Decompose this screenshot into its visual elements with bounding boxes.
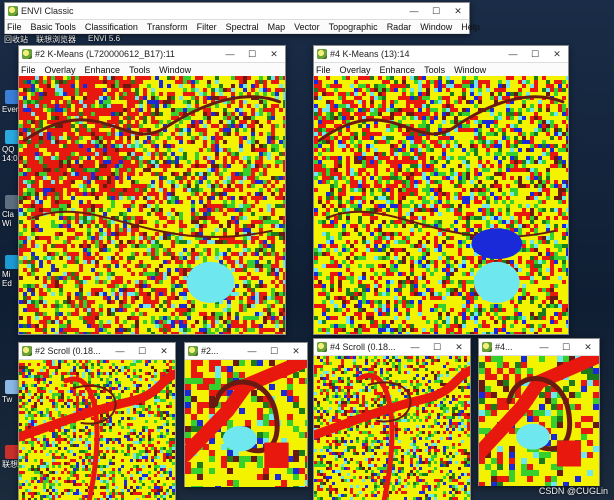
window-title: #2 K-Means (L720000612_B17):11 bbox=[35, 49, 175, 59]
window-title: ENVI Classic bbox=[21, 6, 74, 16]
minimize-icon[interactable]: — bbox=[403, 3, 425, 19]
minimize-icon[interactable]: — bbox=[502, 46, 524, 62]
menu-enhance[interactable]: Enhance bbox=[85, 65, 121, 75]
envi-classic-titlebar[interactable]: ENVI Classic — ☐ ✕ bbox=[5, 3, 469, 20]
close-icon[interactable]: ✕ bbox=[448, 339, 470, 355]
close-icon[interactable]: ✕ bbox=[577, 339, 599, 355]
close-icon[interactable]: ✕ bbox=[153, 343, 175, 359]
envi-app-icon bbox=[188, 346, 198, 356]
menu-overlay[interactable]: Overlay bbox=[340, 65, 371, 75]
envi-app-icon bbox=[8, 6, 18, 16]
edge-icon bbox=[5, 255, 19, 269]
desktop-icon-label: Ever bbox=[2, 105, 19, 114]
envi-app-icon bbox=[482, 342, 492, 352]
maximize-icon[interactable]: ☐ bbox=[241, 46, 263, 62]
envi-main-menubar: File Basic Tools Classification Transfor… bbox=[5, 20, 480, 34]
menu-tools[interactable]: Tools bbox=[129, 65, 150, 75]
envi-app-icon bbox=[317, 342, 327, 352]
app-icon bbox=[5, 445, 19, 459]
maximize-icon[interactable]: ☐ bbox=[555, 339, 577, 355]
scroll-window-4-titlebar[interactable]: #4 Scroll (0.18... — ☐ ✕ bbox=[314, 339, 470, 356]
minimize-icon[interactable]: — bbox=[533, 339, 555, 355]
menu-file[interactable]: File bbox=[7, 22, 22, 32]
desktop-top-label-browser: 联想浏览器 bbox=[36, 35, 76, 44]
scroll-image-2[interactable] bbox=[19, 360, 175, 500]
app-icon bbox=[5, 90, 19, 104]
classification-image-4[interactable] bbox=[314, 76, 568, 334]
qq-icon bbox=[5, 130, 19, 144]
scroll-window-2-titlebar[interactable]: #2 Scroll (0.18... — ☐ ✕ bbox=[19, 343, 175, 360]
close-icon[interactable]: ✕ bbox=[447, 3, 469, 19]
image-window-4: #4 K-Means (13):14 — ☐ ✕ File Overlay En… bbox=[313, 45, 569, 335]
maximize-icon[interactable]: ☐ bbox=[524, 46, 546, 62]
zoom-window-2: #2... — ☐ ✕ bbox=[184, 342, 308, 487]
close-icon[interactable]: ✕ bbox=[285, 343, 307, 359]
maximize-icon[interactable]: ☐ bbox=[131, 343, 153, 359]
desktop-icon-label: 联想 bbox=[2, 460, 18, 469]
menu-overlay[interactable]: Overlay bbox=[45, 65, 76, 75]
app-icon bbox=[5, 380, 19, 394]
envi-classic-window: ENVI Classic — ☐ ✕ File Basic Tools Clas… bbox=[4, 2, 480, 34]
menu-topographic[interactable]: Topographic bbox=[329, 22, 378, 32]
window-title: #4 K-Means (13):14 bbox=[330, 49, 410, 59]
scroll-window-4: #4 Scroll (0.18... — ☐ ✕ bbox=[313, 338, 471, 500]
minimize-icon[interactable]: — bbox=[404, 339, 426, 355]
desktop-top-label-recycle: 回收站 bbox=[4, 35, 28, 44]
app-icon bbox=[5, 195, 19, 209]
menu-vector[interactable]: Vector bbox=[294, 22, 320, 32]
close-icon[interactable]: ✕ bbox=[263, 46, 285, 62]
zoom-image-4[interactable] bbox=[479, 356, 599, 486]
scroll-window-2: #2 Scroll (0.18... — ☐ ✕ bbox=[18, 342, 176, 500]
minimize-icon[interactable]: — bbox=[109, 343, 131, 359]
zoom-window-4-titlebar[interactable]: #4... — ☐ ✕ bbox=[479, 339, 599, 356]
menu-window[interactable]: Window bbox=[159, 65, 191, 75]
window-title: #2... bbox=[201, 346, 219, 356]
window-title: #2 Scroll (0.18... bbox=[35, 346, 101, 356]
zoom-window-4: #4... — ☐ ✕ bbox=[478, 338, 600, 486]
menu-basic-tools[interactable]: Basic Tools bbox=[31, 22, 76, 32]
envi-app-icon bbox=[317, 49, 327, 59]
menu-window[interactable]: Window bbox=[454, 65, 486, 75]
scroll-image-4[interactable] bbox=[314, 356, 470, 500]
menu-enhance[interactable]: Enhance bbox=[380, 65, 416, 75]
envi-app-icon bbox=[22, 49, 32, 59]
menu-classification[interactable]: Classification bbox=[85, 22, 138, 32]
menu-transform[interactable]: Transform bbox=[147, 22, 188, 32]
image-window-4-titlebar[interactable]: #4 K-Means (13):14 — ☐ ✕ bbox=[314, 46, 568, 63]
image-window-2: #2 K-Means (L720000612_B17):11 — ☐ ✕ Fil… bbox=[18, 45, 286, 335]
zoom-image-2[interactable] bbox=[185, 360, 307, 487]
maximize-icon[interactable]: ☐ bbox=[263, 343, 285, 359]
classification-image-2[interactable] bbox=[19, 76, 285, 334]
minimize-icon[interactable]: — bbox=[219, 46, 241, 62]
desktop-icon-label: Cla Wi bbox=[2, 210, 15, 228]
image-window-4-menubar: File Overlay Enhance Tools Window bbox=[314, 63, 568, 77]
watermark: CSDN @CUGLin bbox=[538, 486, 608, 496]
minimize-icon[interactable]: — bbox=[241, 343, 263, 359]
menu-window[interactable]: Window bbox=[420, 22, 452, 32]
desktop-top-label-envi: ENVI 5.6 bbox=[88, 34, 121, 43]
zoom-window-2-titlebar[interactable]: #2... — ☐ ✕ bbox=[185, 343, 307, 360]
maximize-icon[interactable]: ☐ bbox=[426, 339, 448, 355]
desktop-icon-label: Tw bbox=[2, 395, 13, 404]
maximize-icon[interactable]: ☐ bbox=[425, 3, 447, 19]
menu-help[interactable]: Help bbox=[461, 22, 480, 32]
menu-spectral[interactable]: Spectral bbox=[226, 22, 259, 32]
envi-app-icon bbox=[22, 346, 32, 356]
close-icon[interactable]: ✕ bbox=[546, 46, 568, 62]
desktop-icon-label: Mi Ed bbox=[2, 270, 12, 288]
image-window-2-menubar: File Overlay Enhance Tools Window bbox=[19, 63, 285, 77]
menu-radar[interactable]: Radar bbox=[387, 22, 412, 32]
menu-file[interactable]: File bbox=[316, 65, 331, 75]
window-title: #4... bbox=[495, 342, 513, 352]
menu-file[interactable]: File bbox=[21, 65, 36, 75]
window-title: #4 Scroll (0.18... bbox=[330, 342, 396, 352]
desktop-icon-label: QQ 14:0 bbox=[2, 145, 18, 163]
menu-map[interactable]: Map bbox=[268, 22, 286, 32]
image-window-2-titlebar[interactable]: #2 K-Means (L720000612_B17):11 — ☐ ✕ bbox=[19, 46, 285, 63]
menu-tools[interactable]: Tools bbox=[424, 65, 445, 75]
menu-filter[interactable]: Filter bbox=[197, 22, 217, 32]
